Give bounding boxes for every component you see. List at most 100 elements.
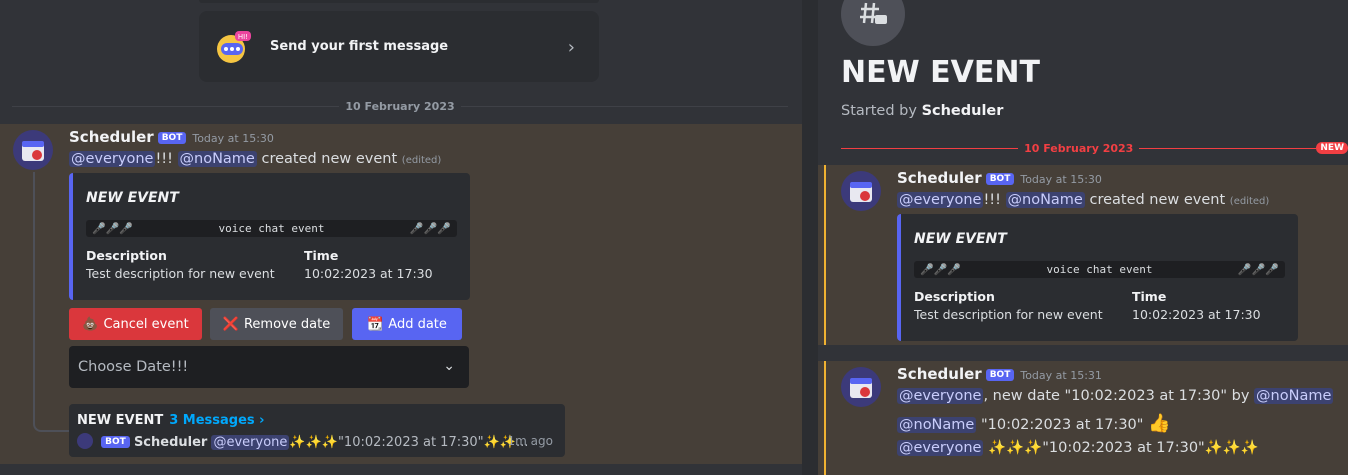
add-date-label: Add date bbox=[388, 316, 447, 332]
mention-noname[interactable]: @noName bbox=[1005, 192, 1085, 208]
thread-preview-text: ✨✨✨"10:02:2023 at 17:30"✨✨... bbox=[289, 435, 529, 450]
message-line-1: @everyone, new date "10:02:2023 at 17:30… bbox=[897, 388, 1334, 404]
message-content: @everyone!!! @noName created new event (… bbox=[69, 151, 441, 167]
add-date-button[interactable]: 📆 Add date bbox=[352, 308, 462, 340]
author-name[interactable]: Scheduler bbox=[897, 365, 982, 383]
field-name: Time bbox=[304, 248, 339, 263]
mention-noname[interactable]: @noName bbox=[1254, 388, 1334, 404]
choose-date-select[interactable]: Choose Date!!! ⌄ bbox=[69, 346, 469, 388]
scheduler-avatar[interactable] bbox=[841, 171, 881, 211]
cross-icon: ❌ bbox=[222, 316, 239, 332]
started-by-author[interactable]: Scheduler bbox=[922, 103, 1004, 119]
event-embed: NEW EVENT 🎤🎤🎤 voice chat event 🎤🎤🎤 Descr… bbox=[69, 173, 470, 300]
date-divider-label: 10 February 2023 bbox=[1024, 141, 1134, 155]
message-text: "10:02:2023 at 17:30" bbox=[980, 417, 1144, 433]
date-divider-label: 10 February 2023 bbox=[345, 99, 455, 113]
calendar-icon bbox=[850, 182, 872, 202]
pane-divider[interactable] bbox=[802, 0, 818, 475]
remove-date-label: Remove date bbox=[243, 316, 331, 332]
unread-accent bbox=[824, 165, 826, 345]
poop-icon: 💩 bbox=[82, 316, 99, 332]
scheduler-avatar[interactable] bbox=[13, 130, 53, 170]
thread-time-ago: 1m ago bbox=[507, 434, 553, 448]
chevron-right-icon: › bbox=[567, 37, 575, 58]
message-line-2: @noName "10:02:2023 at 17:30" 👍 bbox=[897, 413, 1170, 434]
message-header: Scheduler BOT Today at 15:31 bbox=[897, 365, 1102, 383]
remove-date-button[interactable]: ❌ Remove date bbox=[210, 308, 343, 340]
mention-noname[interactable]: @noName bbox=[897, 417, 977, 433]
bot-badge: BOT bbox=[985, 369, 1015, 381]
field-value: 10:02:2023 at 17:30 bbox=[1132, 307, 1261, 322]
mention-everyone[interactable]: @everyone bbox=[897, 440, 984, 456]
mention-everyone: @everyone bbox=[211, 435, 290, 450]
message-line-3: @everyone ✨✨✨"10:02:2023 at 17:30"✨✨✨ bbox=[897, 439, 1259, 456]
started-prefix: Started by bbox=[841, 103, 917, 119]
message-timestamp[interactable]: Today at 15:30 bbox=[1020, 173, 1102, 186]
wave-hi-icon: HI! bbox=[213, 27, 253, 67]
message-content: @everyone!!! @noName created new event (… bbox=[897, 192, 1269, 208]
embed-title: NEW EVENT bbox=[86, 190, 179, 206]
message-header: Scheduler BOT Today at 15:30 bbox=[897, 169, 1102, 187]
svg-text:HI!: HI! bbox=[238, 33, 248, 41]
embed-code-text: voice chat event bbox=[218, 222, 325, 235]
embed-field-time: Time 10:02:2023 at 17:30 bbox=[1132, 289, 1261, 322]
cancel-event-label: Cancel event bbox=[103, 316, 189, 332]
mention-everyone[interactable]: @everyone bbox=[897, 388, 984, 404]
thread-connector bbox=[33, 172, 69, 432]
message-header: Scheduler BOT Today at 15:30 bbox=[69, 128, 274, 146]
microphone-icons-right: 🎤🎤🎤 bbox=[409, 222, 451, 235]
embed-code-text: voice chat event bbox=[1046, 263, 1153, 276]
microphone-icons-left: 🎤🎤🎤 bbox=[920, 263, 962, 276]
embed-field-description: Description Test description for new eve… bbox=[914, 289, 1103, 322]
exclaim-text: !!! bbox=[155, 151, 173, 167]
thread-message-count[interactable]: 3 Messages › bbox=[169, 413, 264, 428]
embed-field-description: Description Test description for new eve… bbox=[86, 248, 275, 281]
bot-badge: BOT bbox=[101, 436, 130, 448]
date-divider: 10 February 2023 bbox=[12, 99, 789, 113]
scheduler-avatar[interactable] bbox=[841, 367, 881, 407]
chevron-down-icon: ⌄ bbox=[443, 358, 455, 374]
thread-preview[interactable]: NEW EVENT 3 Messages › BOT Scheduler @eve… bbox=[69, 404, 565, 457]
cancel-event-button[interactable]: 💩 Cancel event bbox=[69, 308, 202, 340]
message-timestamp[interactable]: Today at 15:30 bbox=[192, 132, 274, 145]
field-name: Time bbox=[1132, 289, 1167, 304]
mention-everyone[interactable]: @everyone bbox=[897, 192, 984, 208]
message-timestamp[interactable]: Today at 15:31 bbox=[1020, 369, 1102, 382]
bot-badge: BOT bbox=[157, 132, 187, 144]
field-name: Description bbox=[86, 248, 167, 263]
date-divider: 10 February 2023 NEW bbox=[841, 141, 1348, 155]
calendar-icon: 📆 bbox=[367, 316, 384, 332]
microphone-icons-right: 🎤🎤🎤 bbox=[1237, 263, 1279, 276]
bot-badge: BOT bbox=[985, 173, 1015, 185]
thread-header: NEW EVENT 3 Messages › bbox=[77, 413, 265, 428]
event-embed: NEW EVENT 🎤🎤🎤 voice chat event 🎤🎤🎤 Descr… bbox=[897, 214, 1298, 341]
author-name[interactable]: Scheduler bbox=[69, 128, 154, 146]
calendar-icon bbox=[22, 141, 44, 161]
edited-label: (edited) bbox=[1229, 196, 1270, 207]
field-name: Description bbox=[914, 289, 995, 304]
mini-avatar bbox=[77, 433, 93, 449]
message-text: , new date "10:02:2023 at 17:30" by bbox=[983, 388, 1250, 404]
select-placeholder: Choose Date!!! bbox=[78, 359, 189, 375]
thread-name: NEW EVENT bbox=[77, 413, 164, 428]
embed-code-line: 🎤🎤🎤 voice chat event 🎤🎤🎤 bbox=[914, 261, 1285, 278]
thread-last-message: BOT Scheduler @everyone ✨✨✨"10:02:2023 at… bbox=[77, 433, 528, 450]
field-value: Test description for new event bbox=[914, 307, 1103, 322]
message-text: created new event bbox=[261, 151, 398, 167]
message-text: created new event bbox=[1089, 192, 1226, 208]
thread-author: Scheduler bbox=[133, 435, 208, 450]
exclaim-text: !!! bbox=[983, 192, 1001, 208]
unread-accent bbox=[824, 361, 826, 475]
main-channel-pane: HI! Send your first message › 10 Februar… bbox=[0, 0, 802, 475]
thread-title: NEW EVENT bbox=[841, 55, 1040, 90]
author-name[interactable]: Scheduler bbox=[897, 169, 982, 187]
field-value: 10:02:2023 at 17:30 bbox=[304, 266, 433, 281]
mention-everyone[interactable]: @everyone bbox=[69, 151, 156, 167]
embed-title: NEW EVENT bbox=[914, 231, 1007, 247]
microphone-icons-left: 🎤🎤🎤 bbox=[92, 222, 134, 235]
send-first-message-label: Send your first message bbox=[270, 39, 449, 54]
thread-pane: NEW EVENT Started by Scheduler 10 Februa… bbox=[818, 0, 1348, 475]
embed-code-line: 🎤🎤🎤 voice chat event 🎤🎤🎤 bbox=[86, 220, 457, 237]
send-first-message-card[interactable]: HI! Send your first message › bbox=[199, 11, 599, 82]
mention-noname[interactable]: @noName bbox=[177, 151, 257, 167]
